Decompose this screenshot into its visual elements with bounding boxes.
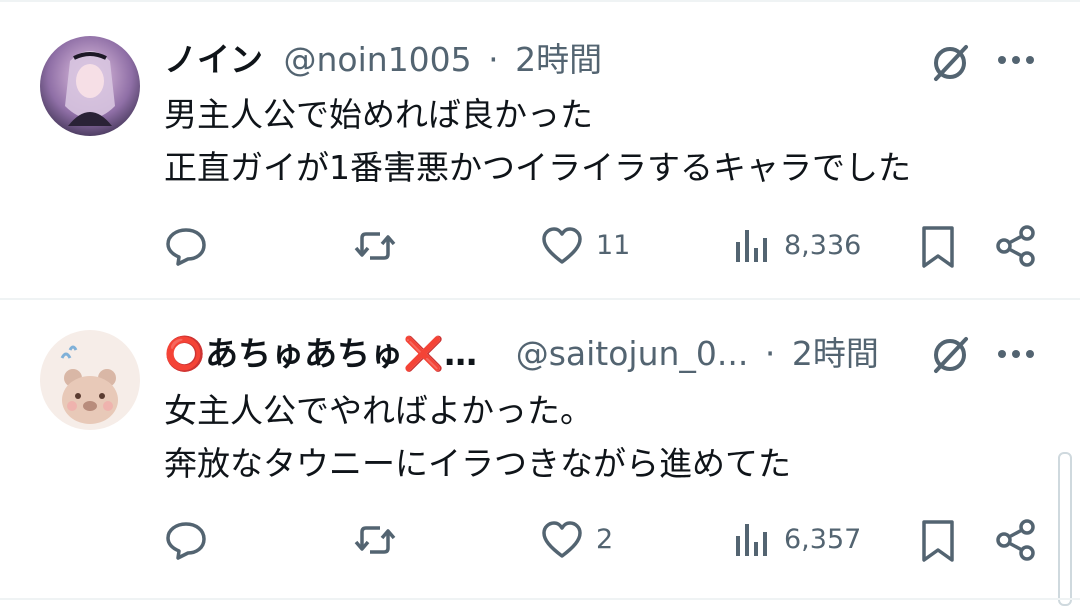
share-icon[interactable] [994, 224, 1038, 268]
tweet-text: 男主人公で始めれば良かった 正直ガイが1番害悪かつイライラするキャラでした [164, 88, 911, 194]
retweet-icon[interactable] [352, 224, 398, 268]
view-count: 8,336 [784, 230, 862, 261]
like-icon[interactable] [540, 518, 584, 562]
display-name[interactable]: ⭕あちゅあちゅ❌… [164, 334, 477, 373]
retweet-icon[interactable] [352, 518, 398, 562]
views-icon[interactable] [733, 226, 773, 266]
tweet-1[interactable]: ノイン @noin1005 · 2時間 男主人公で始めれば良かった 正直ガイが1… [0, 0, 1080, 298]
grok-icon[interactable] [928, 41, 972, 85]
display-name[interactable]: ノイン [164, 40, 263, 79]
more-icon[interactable] [996, 50, 1036, 70]
timestamp[interactable]: 2時間 [515, 40, 602, 79]
grok-icon[interactable] [928, 333, 972, 377]
separator-dot: · [764, 334, 776, 373]
bookmark-icon[interactable] [918, 224, 958, 270]
reply-icon[interactable] [164, 224, 208, 268]
reply-icon[interactable] [164, 518, 208, 562]
tweet-text: 女主人公でやればよかった。 奔放なタウニーにイラつきながら進めてた [164, 384, 791, 490]
view-count: 6,357 [784, 524, 862, 555]
tweet-2[interactable]: ⭕あちゅあちゅ❌… @saitojun_0... · 2時間 女主人公でやればよ… [0, 300, 1080, 600]
bear-avatar-icon [40, 330, 140, 430]
tweet-text-line: 男主人公で始めれば良かった [164, 95, 593, 134]
like-icon[interactable] [540, 224, 584, 268]
scrollbar[interactable] [1058, 452, 1072, 606]
bottom-divider [0, 598, 1080, 600]
tweet-text-line: 奔放なタウニーにイラつきながら進めてた [164, 444, 791, 483]
tweet-header: ⭕あちゅあちゅ❌… @saitojun_0... · 2時間 [164, 332, 879, 376]
more-icon[interactable] [996, 344, 1036, 364]
bookmark-icon[interactable] [918, 518, 958, 564]
timestamp[interactable]: 2時間 [792, 334, 879, 373]
separator-dot: · [488, 40, 499, 79]
tweet-text-line: 正直ガイが1番害悪かつイライラするキャラでした [164, 148, 911, 187]
user-handle[interactable]: @noin1005 [284, 40, 472, 79]
anime-girl-avatar-icon [40, 36, 140, 136]
like-count: 11 [596, 230, 631, 261]
like-count: 2 [596, 524, 614, 555]
avatar[interactable] [40, 330, 140, 430]
share-icon[interactable] [994, 518, 1038, 562]
tweet-text-line: 女主人公でやればよかった。 [164, 391, 593, 430]
views-icon[interactable] [733, 520, 773, 560]
avatar[interactable] [40, 36, 140, 136]
user-handle[interactable]: @saitojun_0... [516, 334, 749, 373]
tweet-header: ノイン @noin1005 · 2時間 [164, 38, 602, 82]
